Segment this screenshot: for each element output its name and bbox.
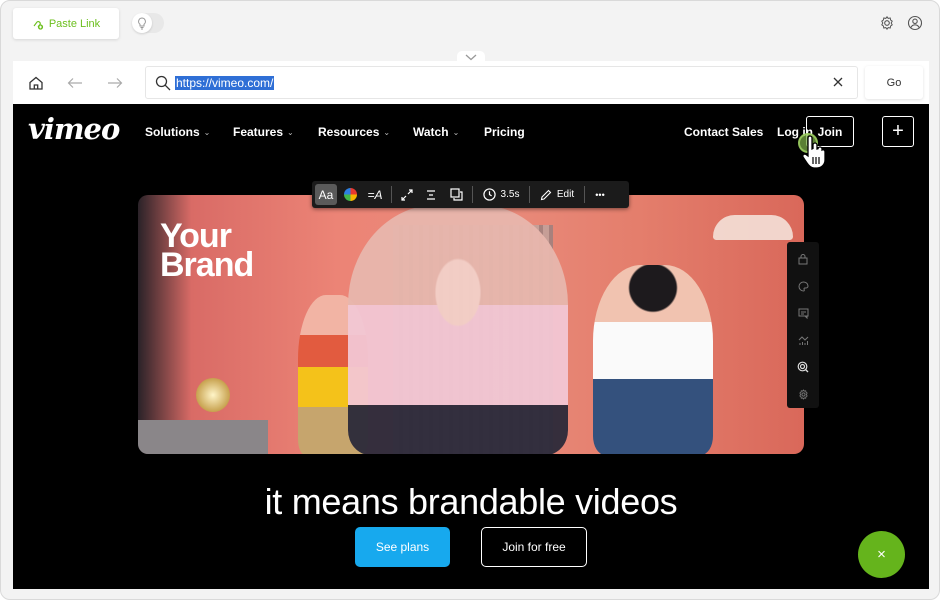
video-edit-toolbar: Aa =A 3.5s Edit ••• [312, 181, 629, 208]
chevron-down-icon: ⌄ [203, 127, 211, 137]
expand-button[interactable] [396, 184, 418, 205]
text-style-icon: =A [367, 187, 383, 202]
edit-button[interactable]: Edit [534, 184, 580, 205]
hand-cursor-icon [802, 135, 826, 169]
lightbulb-icon [138, 16, 146, 29]
nav-solutions[interactable]: Solutions ⌄ [145, 125, 210, 139]
url-input[interactable]: https://vimeo.com/ [175, 76, 275, 90]
video-person-right [593, 265, 713, 454]
link-add-icon [33, 20, 43, 30]
chevron-down-icon: ⌄ [452, 127, 460, 137]
layer-button[interactable] [444, 184, 468, 205]
toolbar-divider [584, 186, 585, 203]
gear-icon [798, 388, 808, 400]
video-boombox [138, 420, 268, 454]
palette-icon [798, 280, 809, 292]
toggle-knob [132, 13, 152, 33]
edit-label: Edit [556, 189, 575, 200]
chevron-down-icon [465, 54, 477, 60]
home-button[interactable] [26, 73, 46, 93]
lightbulb-toggle[interactable] [132, 13, 164, 33]
comment-icon [798, 308, 808, 319]
chevron-down-icon: ⌄ [287, 127, 294, 137]
hero-video[interactable]: Your Brand [138, 195, 804, 454]
gear-icon[interactable] [879, 15, 895, 31]
hero-tagline: it means brandable videos [264, 481, 678, 522]
layers-icon [449, 188, 463, 201]
nav-resources[interactable]: Resources ⌄ [318, 125, 390, 139]
address-bar[interactable]: https://vimeo.com/ [145, 66, 858, 99]
web-page: vimeo Solutions ⌄ Features ⌄ Resources ⌄ Wa… [13, 104, 929, 589]
search-target-icon [797, 361, 809, 373]
align-center-icon [427, 189, 435, 200]
font-button[interactable]: Aa [315, 184, 337, 205]
pencil-icon [540, 189, 552, 200]
toolbar-divider [391, 186, 392, 203]
color-button[interactable] [337, 184, 363, 205]
video-person-center [348, 205, 568, 454]
palette-button[interactable] [796, 278, 810, 294]
video-brand-text: Your Brand [160, 217, 254, 284]
clock-icon [482, 188, 496, 201]
duration-button[interactable]: 3.5s [477, 184, 525, 205]
more-options-button[interactable]: ••• [589, 184, 611, 205]
nav-watch[interactable]: Watch ⌄ [413, 125, 459, 139]
app-window: Paste Link https://vimeo.com/ Go vimeo S… [0, 0, 940, 600]
comment-button[interactable] [796, 305, 810, 321]
toolbar-divider [472, 186, 473, 203]
arrow-left-icon [67, 78, 82, 88]
analytics-button[interactable] [796, 332, 810, 348]
go-button[interactable]: Go [865, 66, 923, 99]
plus-button[interactable]: + [882, 116, 914, 147]
join-for-free-button[interactable]: Join for free [481, 527, 587, 567]
expand-icon [401, 188, 413, 201]
forward-button[interactable] [105, 73, 125, 93]
video-bulb [196, 378, 230, 412]
close-fab-button[interactable]: × [858, 531, 905, 578]
color-wheel-icon [343, 188, 357, 201]
nav-features[interactable]: Features ⌄ [233, 125, 294, 139]
video-lamp [713, 215, 793, 240]
contact-sales-link[interactable]: Contact Sales [684, 125, 763, 139]
duration-value: 3.5s [500, 189, 520, 200]
browser-nav-bar: https://vimeo.com/ Go [13, 61, 929, 104]
align-button[interactable] [418, 184, 444, 205]
lock-icon [798, 254, 808, 265]
arrow-right-icon [108, 78, 123, 88]
paste-link-button[interactable]: Paste Link [13, 8, 119, 39]
video-side-panel [787, 242, 819, 408]
search-icon [155, 75, 171, 91]
toolbar-divider [529, 186, 530, 203]
see-plans-button[interactable]: See plans [355, 527, 450, 567]
home-icon [29, 76, 43, 90]
lock-button[interactable] [796, 251, 810, 267]
text-style-button[interactable]: =A [363, 184, 387, 205]
vimeo-logo[interactable]: vimeo [28, 112, 120, 146]
clear-icon[interactable] [831, 75, 845, 89]
nav-pricing[interactable]: Pricing [484, 125, 525, 139]
search-target-button[interactable] [796, 359, 810, 375]
account-icon[interactable] [907, 15, 923, 31]
paste-link-label: Paste Link [48, 17, 101, 30]
chevron-down-icon: ⌄ [383, 127, 391, 137]
analytics-icon [798, 335, 808, 345]
settings-button[interactable] [796, 386, 810, 402]
back-button[interactable] [65, 73, 85, 93]
